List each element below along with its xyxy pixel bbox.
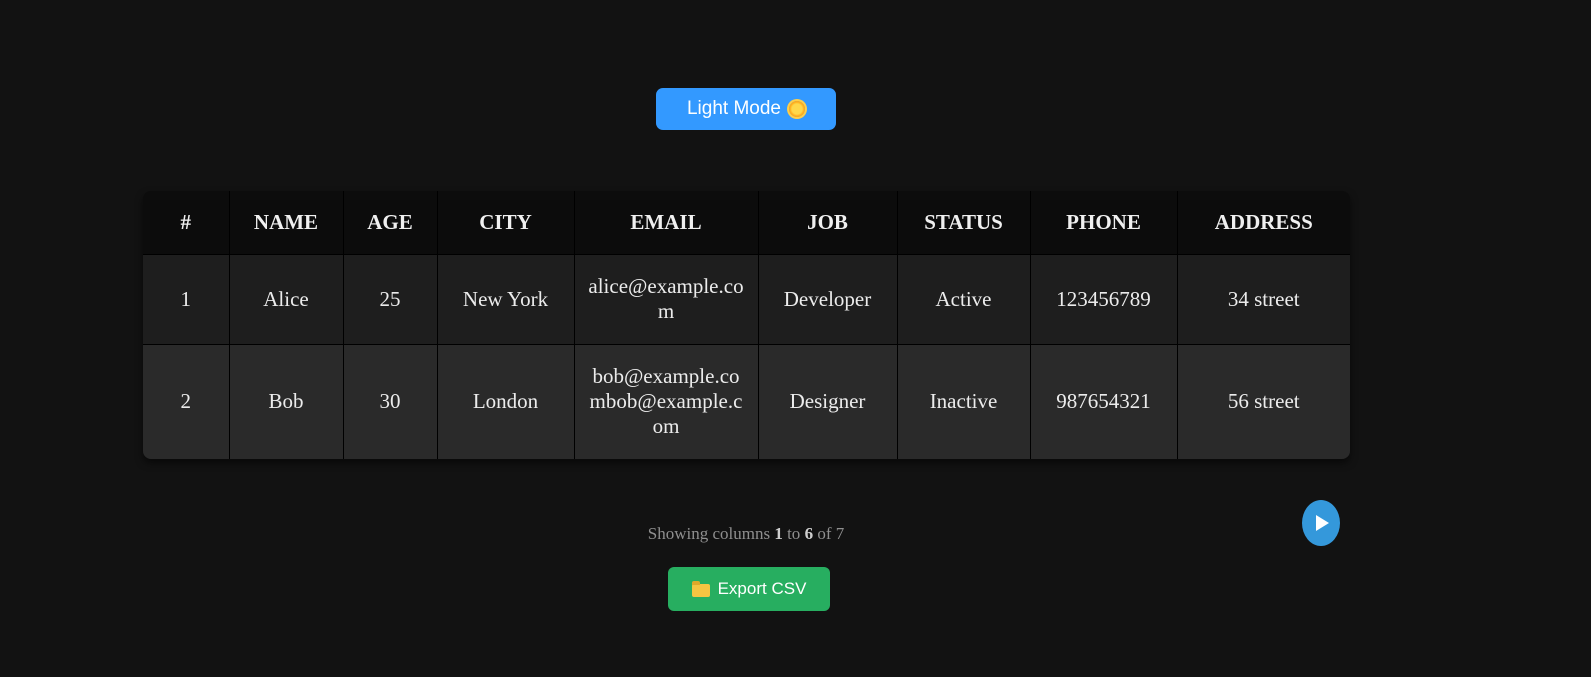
- cell-city: New York: [437, 254, 575, 344]
- column-header-age[interactable]: AGE: [343, 191, 438, 255]
- column-header-status[interactable]: STATUS: [897, 191, 1031, 255]
- pagination-total: 7: [835, 524, 845, 543]
- export-csv-label: Export CSV: [717, 579, 807, 598]
- cell-status: Active: [897, 254, 1031, 344]
- pagination-end: 6: [804, 524, 814, 543]
- folder-icon: [691, 580, 710, 597]
- cell-age: 30: [343, 344, 438, 459]
- cell-address: 56 street: [1227, 389, 1300, 414]
- data-table: # NAME AGE CITY EMAIL JOB STATUS PHONE A…: [143, 191, 1350, 459]
- pagination-status: Showing columns 1 to 6 of 7: [0, 524, 1492, 544]
- column-header-email[interactable]: EMAIL: [574, 191, 759, 255]
- sun-icon: [789, 101, 805, 117]
- column-header-index[interactable]: #: [143, 191, 230, 255]
- cell-address: 34 street: [1227, 286, 1300, 311]
- column-header-name[interactable]: NAME: [229, 191, 344, 255]
- column-header-city[interactable]: CITY: [437, 191, 575, 255]
- page: Light Mode # NAME AGE CITY EMAIL JOB STA…: [0, 0, 1591, 677]
- column-header-address[interactable]: ADDRESS: [1177, 191, 1350, 255]
- cell-phone: 987654321: [1030, 344, 1178, 459]
- column-header-job[interactable]: JOB: [758, 191, 898, 255]
- theme-toggle-button[interactable]: Light Mode: [656, 88, 836, 130]
- table-row: 1 Alice 25 New York alice@example.com De…: [143, 254, 1350, 344]
- cell-name: Bob: [229, 344, 344, 459]
- cell-age: 25: [343, 254, 438, 344]
- next-columns-button[interactable]: [1302, 500, 1340, 546]
- cell-phone: 123456789: [1030, 254, 1178, 344]
- column-header-phone[interactable]: PHONE: [1030, 191, 1178, 255]
- cell-name: Alice: [229, 254, 344, 344]
- data-table-container: # NAME AGE CITY EMAIL JOB STATUS PHONE A…: [143, 191, 1350, 459]
- cell-job: Developer: [758, 254, 898, 344]
- table-header-row: # NAME AGE CITY EMAIL JOB STATUS PHONE A…: [143, 191, 1350, 255]
- pagination-start: 1: [774, 524, 783, 543]
- cell-status: Inactive: [897, 344, 1031, 459]
- table-row: 2 Bob 30 London bob@example.combob@examp…: [143, 344, 1350, 459]
- theme-toggle-label: Light Mode: [686, 98, 781, 119]
- pagination-to: to: [787, 524, 801, 543]
- cell-email: bob@example.combob@example.com: [574, 344, 759, 459]
- export-csv-button[interactable]: Export CSV: [668, 567, 830, 611]
- cell-index: 1: [143, 254, 230, 344]
- pagination-of: of: [817, 524, 832, 543]
- play-icon: [1316, 515, 1329, 531]
- pagination-prefix: Showing columns: [647, 524, 771, 543]
- cell-index: 2: [143, 344, 230, 459]
- cell-email: alice@example.com: [574, 254, 759, 344]
- cell-job: Designer: [758, 344, 898, 459]
- cell-city: London: [437, 344, 575, 459]
